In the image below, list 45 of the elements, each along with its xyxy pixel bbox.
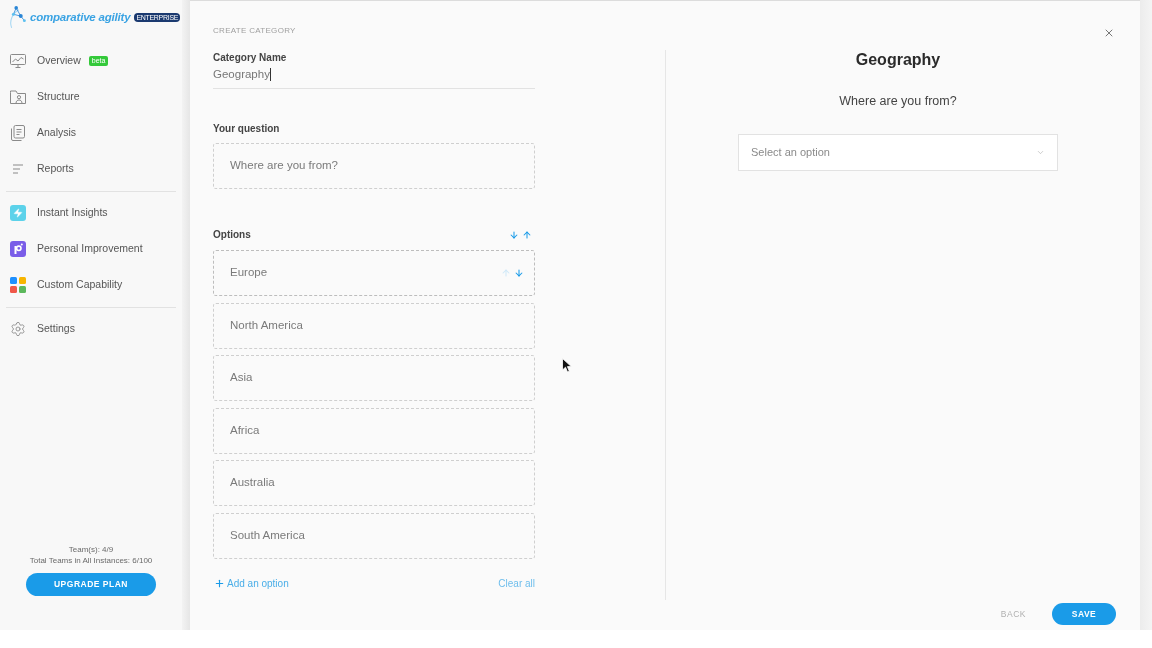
upgrade-plan-button[interactable]: UPGRADE PLAN [26,573,156,596]
field-label: Options [213,229,251,241]
text-lines-icon [12,164,24,174]
nav-item[interactable]: Instant Insights [0,195,108,231]
preview-title: Geography [855,50,941,70]
question-field[interactable]: Where are you from? [213,143,535,189]
arrow-down-icon[interactable] [509,230,519,240]
monitor-chart-icon [10,54,26,68]
app-logo-icon [10,241,26,257]
option-field[interactable]: Africa [213,407,535,454]
document-icon [11,125,25,141]
lightning-tile-icon [10,205,26,221]
four-squares-icon [10,277,26,293]
nav-item[interactable]: Reports [0,151,74,187]
nav-item[interactable]: Analysis [0,115,77,151]
category-name-field[interactable]: Geography [213,66,535,89]
option-field[interactable]: Australia [213,460,535,506]
arrow-up-icon[interactable] [522,230,532,240]
add-option-link[interactable]: Add an option [213,575,289,591]
folder-person-icon [10,90,26,104]
usage-text: Total Teams in All Instances: 6/100 [29,555,153,566]
option-field[interactable]: North America [213,302,535,349]
nav-item[interactable]: Settings [0,311,75,347]
preview-question: Where are you from? [839,93,957,109]
nav-item[interactable]: Custom Capability [0,267,123,303]
option-field[interactable]: Asia [213,355,535,401]
option-select[interactable]: Select an option [738,134,1058,171]
logo-icon [8,5,28,29]
usage-text: Team(s): 4/9 [68,544,114,555]
arrow-down-icon[interactable] [514,268,524,278]
option-field[interactable]: South America [213,512,535,559]
close-icon[interactable] [1103,27,1115,39]
save-button[interactable]: SAVE [1052,603,1116,625]
field-label: Category Name [213,52,288,64]
brand-name: comparative agility [30,10,131,24]
nav-item[interactable]: Overview [0,43,81,79]
plus-icon [214,577,225,589]
field-label: Your question [213,123,281,135]
nav-item[interactable]: Structure [0,79,80,115]
panel-heading: CREATE CATEGORY [213,26,296,36]
settings-icon [10,321,26,337]
nav-item[interactable]: Personal Improvement [0,231,143,267]
option-field[interactable]: Europe [213,250,535,296]
mouse-pointer-icon [562,358,572,373]
chevron-down-icon [1036,148,1045,157]
